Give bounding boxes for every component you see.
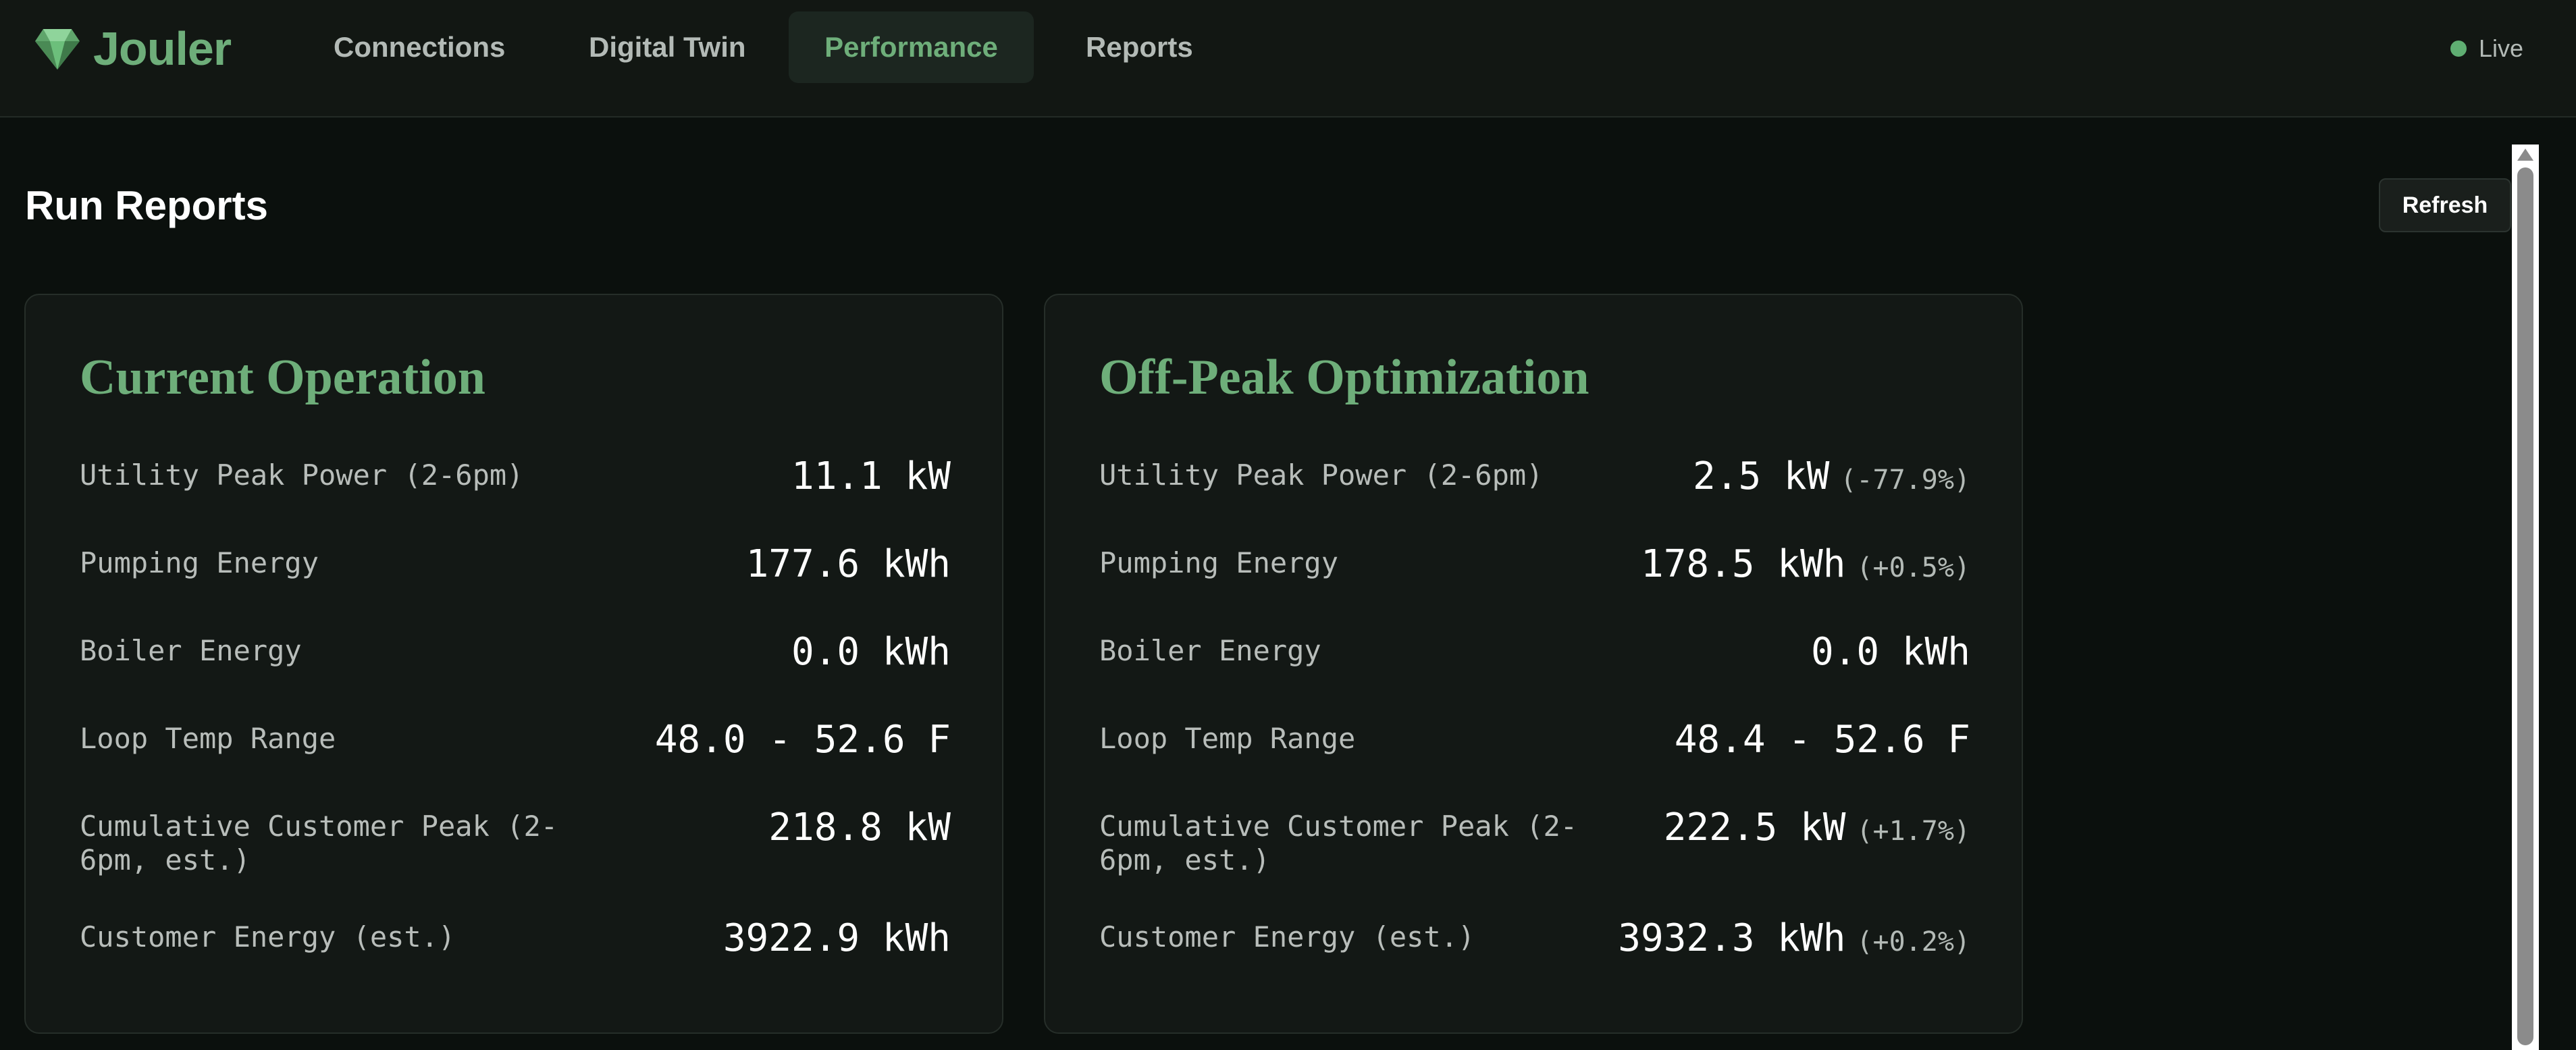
- metric-value: 178.5 kWh: [1640, 542, 1846, 586]
- metric-label: Cumulative Customer Peak (2-6pm, est.): [80, 810, 558, 877]
- metric-label: Cumulative Customer Peak (2-6pm, est.): [1099, 810, 1578, 877]
- metric-label: Pumping Energy: [1099, 546, 1339, 579]
- status-dot-icon: [2450, 41, 2467, 57]
- metric-value-group: 218.8 kW: [768, 806, 951, 849]
- metric-value-group: 3922.9 kWh: [723, 916, 951, 960]
- metric-value: 177.6 kWh: [745, 542, 951, 586]
- live-status: Live: [2450, 34, 2523, 63]
- off-peak-optimization-card: Off-Peak Optimization Utility Peak Power…: [1044, 294, 2023, 1034]
- top-navigation-bar: Jouler Connections Digital Twin Performa…: [0, 0, 2576, 117]
- tab-digital-twin[interactable]: Digital Twin: [548, 11, 787, 83]
- scroll-up-arrow-icon[interactable]: [2517, 149, 2533, 161]
- metric-label: Utility Peak Power (2-6pm): [80, 458, 524, 492]
- metric-value: 3922.9 kWh: [722, 916, 951, 960]
- metric-value-group: 11.1 kW: [791, 454, 951, 498]
- metric-value-group: 48.4 - 52.6 F: [1675, 718, 1970, 762]
- metric-value: 0.0 kWh: [791, 630, 951, 674]
- metric-label: Loop Temp Range: [1099, 722, 1356, 755]
- tab-performance[interactable]: Performance: [789, 11, 1034, 83]
- tab-reports[interactable]: Reports: [1045, 11, 1234, 83]
- metric-value: 3932.3 kWh: [1618, 916, 1846, 960]
- card-title: Current Operation: [80, 350, 485, 405]
- metric-value: 48.0 - 52.6 F: [654, 718, 951, 762]
- metric-label: Boiler Energy: [80, 634, 302, 667]
- current-operation-card: Current Operation Utility Peak Power (2-…: [24, 294, 1003, 1034]
- metric-value-group: 3932.3 kWh (+0.2%): [1618, 916, 1970, 960]
- metric-value: 218.8 kW: [768, 806, 951, 849]
- app-name: Jouler: [93, 22, 232, 75]
- page-title: Run Reports: [25, 183, 268, 228]
- metric-value: 11.1 kW: [791, 454, 951, 498]
- refresh-button[interactable]: Refresh: [2379, 178, 2511, 232]
- metric-label: Customer Energy (est.): [80, 920, 456, 953]
- metric-value-group: 2.5 kW (-77.9%): [1693, 454, 1970, 498]
- metric-value-group: 177.6 kWh: [746, 542, 951, 586]
- card-title: Off-Peak Optimization: [1099, 350, 1589, 405]
- metric-value: 48.4 - 52.6 F: [1674, 718, 1970, 762]
- metric-label: Pumping Energy: [80, 546, 319, 579]
- metric-label: Customer Energy (est.): [1099, 920, 1475, 953]
- metric-label: Loop Temp Range: [80, 722, 336, 755]
- tab-connections[interactable]: Connections: [293, 11, 546, 83]
- gem-icon: [35, 29, 80, 70]
- metric-delta: (+0.2%): [1856, 926, 1970, 957]
- metric-value: 222.5 kW: [1663, 806, 1846, 849]
- metric-label: Utility Peak Power (2-6pm): [1099, 458, 1544, 492]
- metric-value: 2.5 kW: [1693, 454, 1830, 498]
- metric-label: Boiler Energy: [1099, 634, 1321, 667]
- metric-delta: (-77.9%): [1840, 465, 1970, 496]
- live-status-label: Live: [2478, 34, 2523, 62]
- metric-delta: (+0.5%): [1856, 552, 1970, 583]
- metric-value: 0.0 kWh: [1810, 630, 1970, 674]
- metric-value-group: 222.5 kW (+1.7%): [1664, 806, 1970, 849]
- metric-value-group: 48.0 - 52.6 F: [655, 718, 951, 762]
- metric-delta: (+1.7%): [1856, 816, 1970, 847]
- scrollbar-thumb[interactable]: [2517, 167, 2533, 1045]
- metric-value-group: 178.5 kWh (+0.5%): [1641, 542, 1970, 586]
- metric-value-group: 0.0 kWh: [1811, 630, 1970, 674]
- vertical-scrollbar[interactable]: [2512, 145, 2539, 1050]
- metric-value-group: 0.0 kWh: [791, 630, 951, 674]
- brand[interactable]: Jouler: [34, 22, 232, 76]
